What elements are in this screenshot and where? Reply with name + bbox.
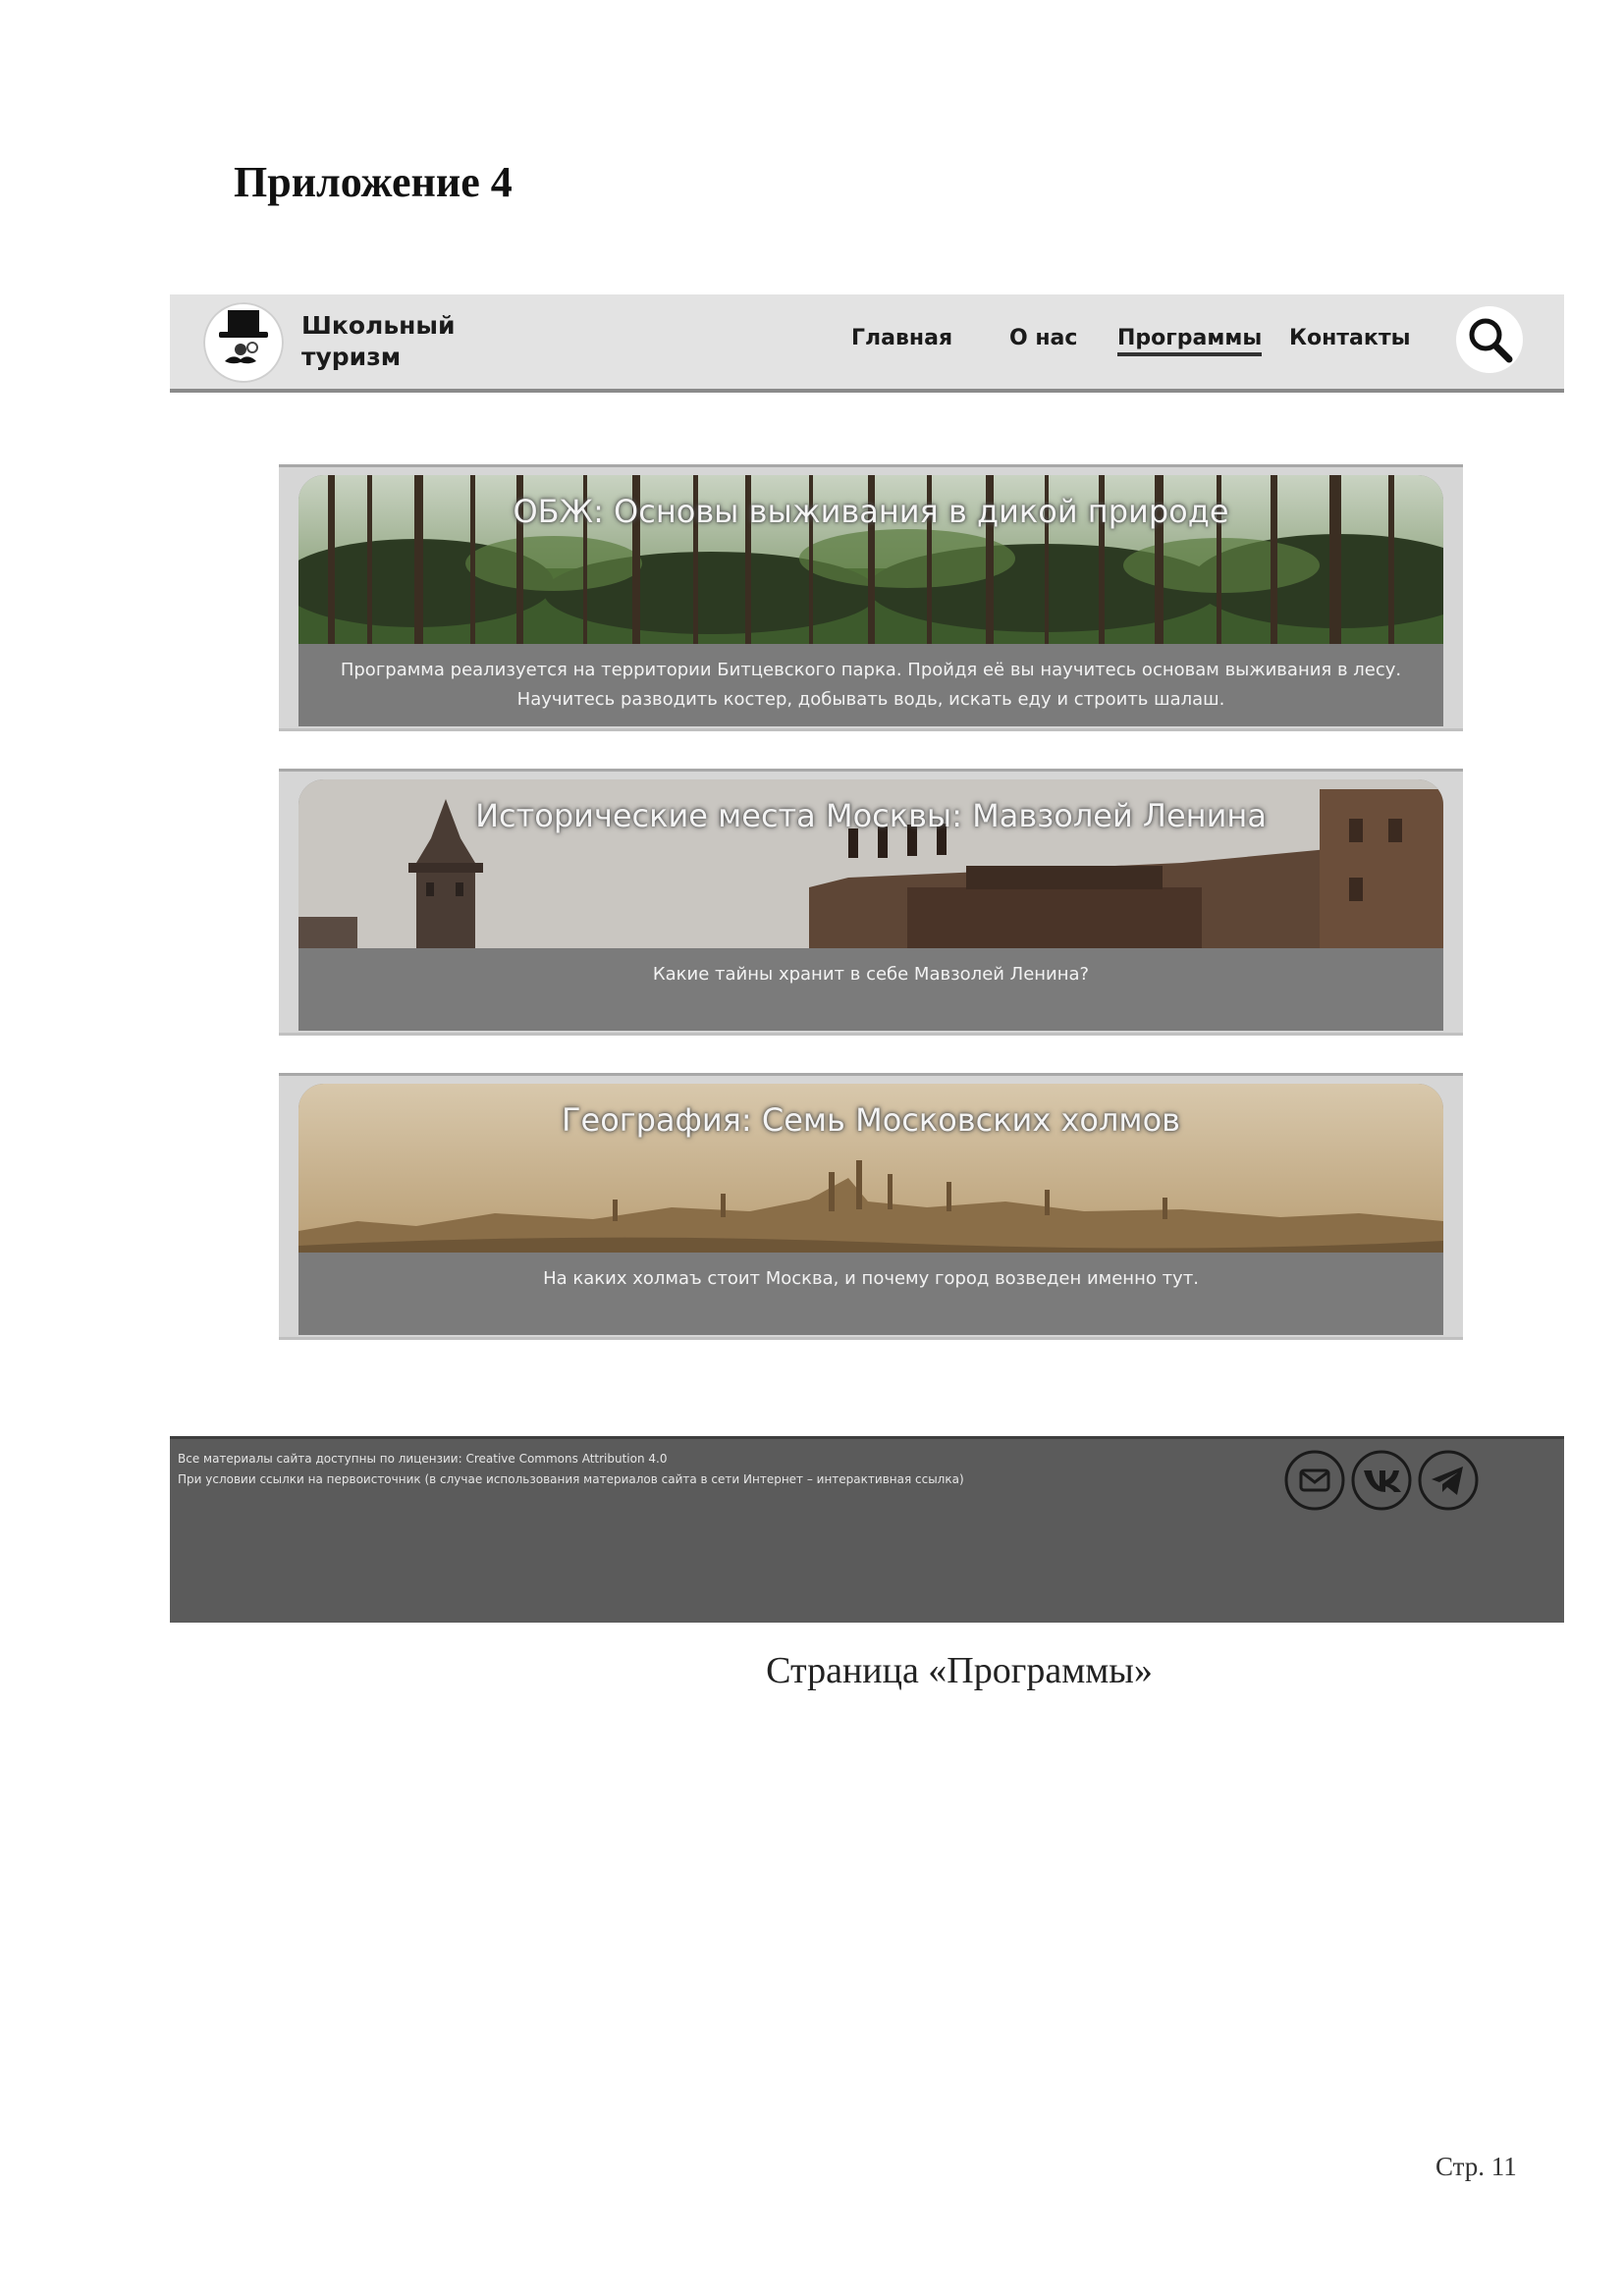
program-card[interactable]: Исторические места Москвы: Мавзолей Лени…	[279, 769, 1463, 1036]
page-number: Стр. 11	[1435, 2152, 1517, 2181]
brand-name[interactable]: Школьный туризм	[301, 310, 456, 373]
footer-license-text: Все материалы сайта доступны по лицензии…	[178, 1449, 964, 1490]
telegram-icon[interactable]	[1417, 1449, 1480, 1512]
vk-icon[interactable]	[1350, 1449, 1413, 1512]
nav-link-programs[interactable]: Программы	[1117, 326, 1263, 356]
site-header: Школьный туризм Главная О нас Программы …	[170, 294, 1564, 393]
top-hat-mustache-logo-icon[interactable]	[203, 302, 284, 383]
appendix-title: Приложение 4	[234, 158, 513, 206]
brand-line-1: Школьный	[301, 311, 456, 340]
brand-line-2: туризм	[301, 343, 402, 371]
search-button[interactable]	[1456, 306, 1523, 373]
program-description: Программа реализуется на территории Битц…	[298, 644, 1443, 726]
program-card[interactable]: ОБЖ: Основы выживания в дикой природе Пр…	[279, 464, 1463, 731]
nav-link-about[interactable]: О нас	[1009, 326, 1077, 350]
footer-line-2: При условии ссылки на первоисточник (в с…	[178, 1472, 964, 1486]
footer-line-1: Все материалы сайта доступны по лицензии…	[178, 1452, 668, 1466]
program-description: Какие тайны хранит в себе Мавзолей Ленин…	[298, 948, 1443, 1031]
program-title[interactable]: География: Семь Московских холмов	[298, 1101, 1443, 1139]
program-title[interactable]: ОБЖ: Основы выживания в дикой природе	[298, 493, 1443, 530]
program-title[interactable]: Исторические места Москвы: Мавзолей Лени…	[298, 797, 1443, 834]
search-icon	[1469, 318, 1513, 363]
program-description: На каких холмаъ стоит Москва, и почему г…	[298, 1253, 1443, 1335]
description-line: Программа реализуется на территории Битц…	[340, 660, 1402, 680]
description-line: Какие тайны хранит в себе Мавзолей Ленин…	[652, 964, 1090, 985]
figure-caption: Страница «Программы»	[766, 1650, 1153, 1691]
mail-icon[interactable]	[1283, 1449, 1346, 1512]
description-line: Научитесь разводить костер, добывать вод…	[516, 689, 1225, 710]
description-line: На каких холмаъ стоит Москва, и почему г…	[543, 1268, 1199, 1289]
nav-link-contacts[interactable]: Контакты	[1289, 326, 1410, 350]
site-footer: Все материалы сайта доступны по лицензии…	[170, 1436, 1564, 1623]
program-card[interactable]: География: Семь Московских холмов На как…	[279, 1073, 1463, 1340]
nav-link-home[interactable]: Главная	[851, 326, 952, 350]
